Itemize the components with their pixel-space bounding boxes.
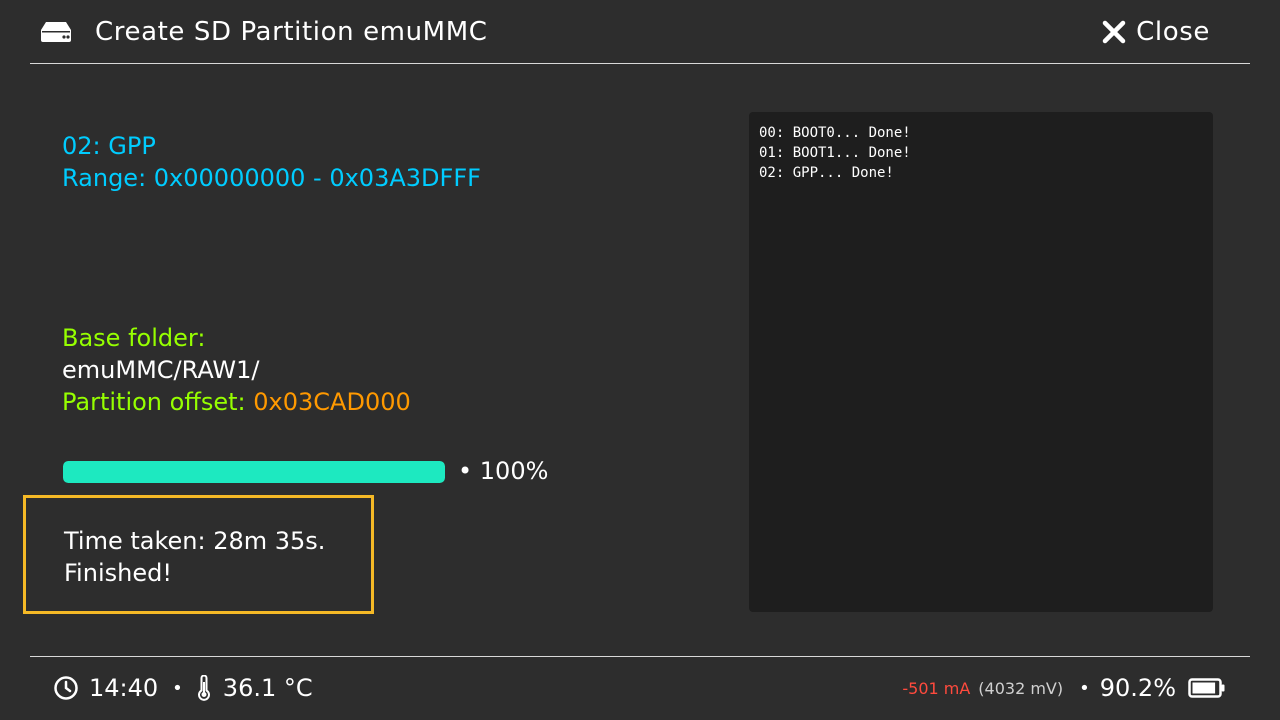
sd-card-drive-icon	[41, 22, 71, 42]
progress-percent: • 100%	[458, 457, 549, 485]
log-console[interactable]: 00: BOOT0... Done! 01: BOOT1... Done! 02…	[749, 112, 1213, 612]
time-taken: Time taken: 28m 35s.	[64, 527, 326, 555]
partition-offset-label: Partition offset:	[62, 388, 246, 416]
temperature: 36.1 °C	[222, 674, 313, 702]
status-separator: •	[1079, 677, 1090, 699]
progress-bar	[63, 461, 445, 483]
page-title: Create SD Partition emuMMC	[95, 17, 488, 47]
thermometer-icon	[197, 675, 210, 701]
log-line: 00: BOOT0... Done!	[759, 125, 911, 141]
log-line: 02: GPP... Done!	[759, 165, 894, 181]
status-right: -501 mA (4032 mV) • 90.2%	[902, 670, 1226, 706]
partition-name: 02: GPP	[62, 132, 156, 160]
close-icon	[1102, 20, 1126, 44]
clock-time: 14:40	[89, 674, 159, 702]
battery-current: -501 mA	[902, 678, 971, 698]
status-left: 14:40 • 36.1 °C	[53, 670, 313, 706]
close-button[interactable]: Close	[1102, 14, 1210, 50]
log-line: 01: BOOT1... Done!	[759, 145, 911, 161]
partition-offset-row: Partition offset: 0x03CAD000	[62, 386, 411, 418]
result-box: Time taken: 28m 35s. Finished!	[23, 495, 374, 614]
progress-bar-fill	[63, 461, 445, 483]
header-divider	[30, 63, 1250, 64]
close-label: Close	[1136, 17, 1210, 47]
clock-icon	[54, 676, 78, 700]
partition-offset-value: 0x03CAD000	[253, 388, 411, 416]
partition-range: Range: 0x00000000 - 0x03A3DFFF	[62, 164, 481, 192]
status-separator: •	[172, 677, 183, 699]
screen: Create SD Partition emuMMC Close 02: GPP…	[0, 0, 1280, 720]
footer-divider	[30, 656, 1250, 657]
finished-status: Finished!	[64, 559, 172, 587]
battery-voltage: (4032 mV)	[978, 678, 1064, 698]
base-folder-label: Base folder:	[62, 324, 206, 352]
base-folder-value: emuMMC/RAW1/	[62, 356, 260, 384]
battery-icon	[1188, 678, 1225, 698]
battery-percent: 90.2%	[1099, 674, 1176, 702]
